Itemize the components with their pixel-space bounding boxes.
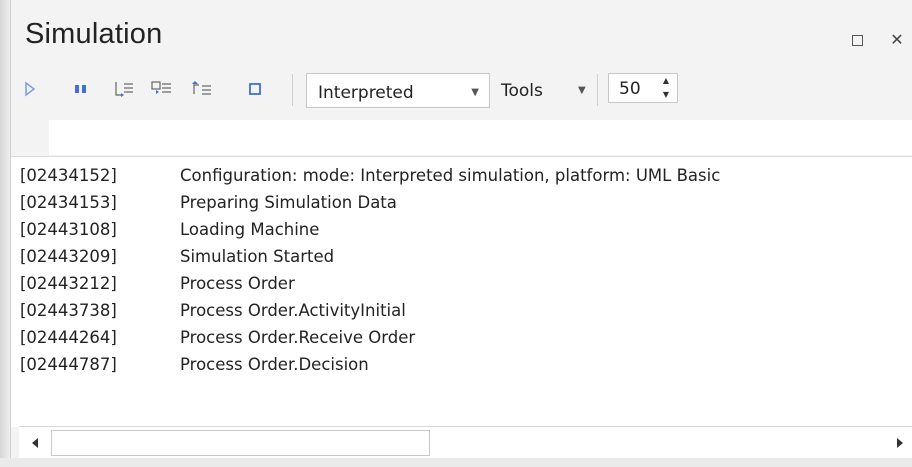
step-over-icon: [151, 81, 171, 94]
log-message: Preparing Simulation Data: [180, 193, 397, 212]
log-timestamp: [02434153]: [20, 193, 117, 212]
stepper-up-icon[interactable]: ▲: [663, 77, 669, 85]
log-timestamp: [02443108]: [20, 220, 117, 239]
step-out-button[interactable]: [191, 80, 213, 98]
window-bottom-edge: [0, 458, 912, 467]
toolbar-separator: [597, 74, 598, 106]
run-icon: [25, 81, 36, 97]
stop-icon: [249, 83, 261, 95]
log-line: [02443212] Process Order: [11, 274, 912, 298]
log-timestamp: [02443212]: [20, 274, 117, 293]
stop-button[interactable]: [247, 80, 263, 98]
log-timestamp: [02443209]: [20, 247, 117, 266]
step-into-icon: [115, 82, 133, 97]
toolbar-separator: [292, 74, 293, 106]
log-line: [02443738] Process Order.ActivityInitial: [11, 301, 912, 325]
log-message: Process Order: [180, 274, 295, 293]
mode-select-value: Interpreted: [318, 83, 414, 103]
window-left-edge: [0, 0, 10, 467]
mode-select[interactable]: Interpreted ▼: [306, 73, 490, 108]
stepper-arrows: ▲ ▼: [661, 77, 671, 99]
pause-icon: [75, 85, 86, 93]
simulation-window-frame: Simulation ✕ Interpreted ▼ Tools ▼ 50 ▲ …: [0, 0, 912, 467]
log-line: [02444787] Process Order.Decision: [11, 355, 912, 379]
speed-value: 50: [619, 79, 641, 99]
log-timestamp: [02443738]: [20, 301, 117, 320]
log-timestamp: [02444787]: [20, 355, 117, 374]
log-timestamp: [02444264]: [20, 328, 117, 347]
simulation-toolbar: Interpreted ▼ Tools ▼ 50 ▲ ▼: [11, 68, 912, 108]
log-line: [02434153] Preparing Simulation Data: [11, 193, 912, 217]
scroll-right-icon: [897, 438, 903, 448]
close-button[interactable]: ✕: [889, 32, 905, 48]
horizontal-scrollbar[interactable]: [19, 426, 912, 459]
restore-icon: [851, 34, 863, 46]
log-line: [02443209] Simulation Started: [11, 247, 912, 271]
log-message: Process Order.Decision: [180, 355, 369, 374]
log-message: Simulation Started: [180, 247, 335, 266]
restore-button[interactable]: [849, 32, 865, 48]
log-message: Loading Machine: [180, 220, 320, 239]
chevron-down-icon: ▼: [578, 85, 586, 96]
simulation-panel: Simulation ✕ Interpreted ▼ Tools ▼ 50 ▲ …: [10, 0, 912, 459]
run-button[interactable]: [23, 80, 37, 98]
speed-stepper[interactable]: 50 ▲ ▼: [608, 73, 678, 103]
panel-title: Simulation: [25, 18, 163, 50]
tools-menu-label: Tools: [501, 81, 543, 101]
step-out-icon: [192, 81, 211, 95]
step-over-button[interactable]: [151, 80, 173, 98]
scroll-left-icon: [32, 438, 38, 448]
step-into-button[interactable]: [113, 80, 135, 98]
scroll-right-button[interactable]: [889, 430, 911, 456]
log-message: Configuration: mode: Interpreted simulat…: [180, 166, 721, 185]
command-input[interactable]: [49, 120, 912, 155]
pause-button[interactable]: [73, 80, 89, 98]
stepper-down-icon[interactable]: ▼: [663, 91, 669, 99]
scrollbar-thumb[interactable]: [51, 430, 430, 456]
scroll-left-button[interactable]: [19, 430, 51, 456]
log-line: [02444264] Process Order.Receive Order: [11, 328, 912, 352]
chevron-down-icon: ▼: [471, 87, 479, 98]
log-line: [02443108] Loading Machine: [11, 220, 912, 244]
simulation-output-log: [02434152] Configuration: mode: Interpre…: [11, 156, 912, 427]
log-line: [02434152] Configuration: mode: Interpre…: [11, 166, 912, 190]
log-message: Process Order.ActivityInitial: [180, 301, 406, 320]
close-icon: ✕: [890, 30, 904, 49]
log-message: Process Order.Receive Order: [180, 328, 416, 347]
log-timestamp: [02434152]: [20, 166, 117, 185]
